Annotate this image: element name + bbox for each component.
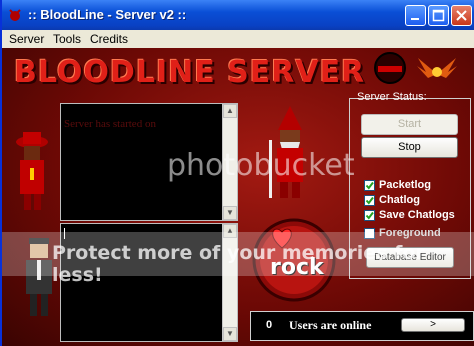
wings-emblem-icon <box>417 58 457 78</box>
title-bar[interactable]: :: BloodLine - Server v2 :: <box>2 0 474 30</box>
users-online-label: Users are online <box>289 318 372 332</box>
server-status-label: Server Status: <box>357 91 427 103</box>
watermark-band <box>2 232 474 276</box>
red-hat-avatar <box>16 132 48 210</box>
menu-server[interactable]: Server <box>9 32 44 46</box>
banner-title: BLOODLINE SERVER <box>14 55 366 90</box>
checkbox-checked-icon <box>364 210 375 221</box>
minimize-icon <box>411 18 419 20</box>
users-online-bar: 0 Users are online > <box>250 311 474 341</box>
server-log-text: Server has started on <box>64 118 156 130</box>
menu-tools[interactable]: Tools <box>53 32 81 46</box>
users-online-count: 0 <box>266 319 273 331</box>
bandana-emblem-icon <box>374 52 406 84</box>
start-button[interactable]: Start <box>361 114 458 135</box>
menu-bar: Server Tools Credits <box>2 30 474 48</box>
scroll-down-icon[interactable]: ▼ <box>223 327 237 341</box>
maximize-icon <box>432 9 445 22</box>
app-icon <box>9 9 21 21</box>
maximize-button[interactable] <box>428 5 449 26</box>
scroll-down-icon[interactable]: ▼ <box>223 206 237 220</box>
log-scrollbar[interactable]: ▲ ▼ <box>222 104 237 220</box>
users-online-button[interactable]: > <box>401 318 465 332</box>
scroll-up-icon[interactable]: ▲ <box>223 104 237 118</box>
stop-button[interactable]: Stop <box>361 137 458 158</box>
minimize-button[interactable] <box>405 5 426 26</box>
server-log-box[interactable]: Server has started on ▲ ▼ <box>60 103 238 221</box>
app-window: :: BloodLine - Server v2 :: Server Tools… <box>0 0 474 346</box>
main-panel: BLOODLINE SERVER Server has started on ▲… <box>2 48 474 346</box>
wizard-avatar <box>269 106 303 198</box>
close-button[interactable] <box>451 5 472 26</box>
close-icon <box>456 10 467 21</box>
checkbox-checked-icon <box>364 195 375 206</box>
window-title: :: BloodLine - Server v2 :: <box>28 7 187 22</box>
checkbox-checked-icon <box>364 180 375 191</box>
menu-credits[interactable]: Credits <box>90 32 128 46</box>
